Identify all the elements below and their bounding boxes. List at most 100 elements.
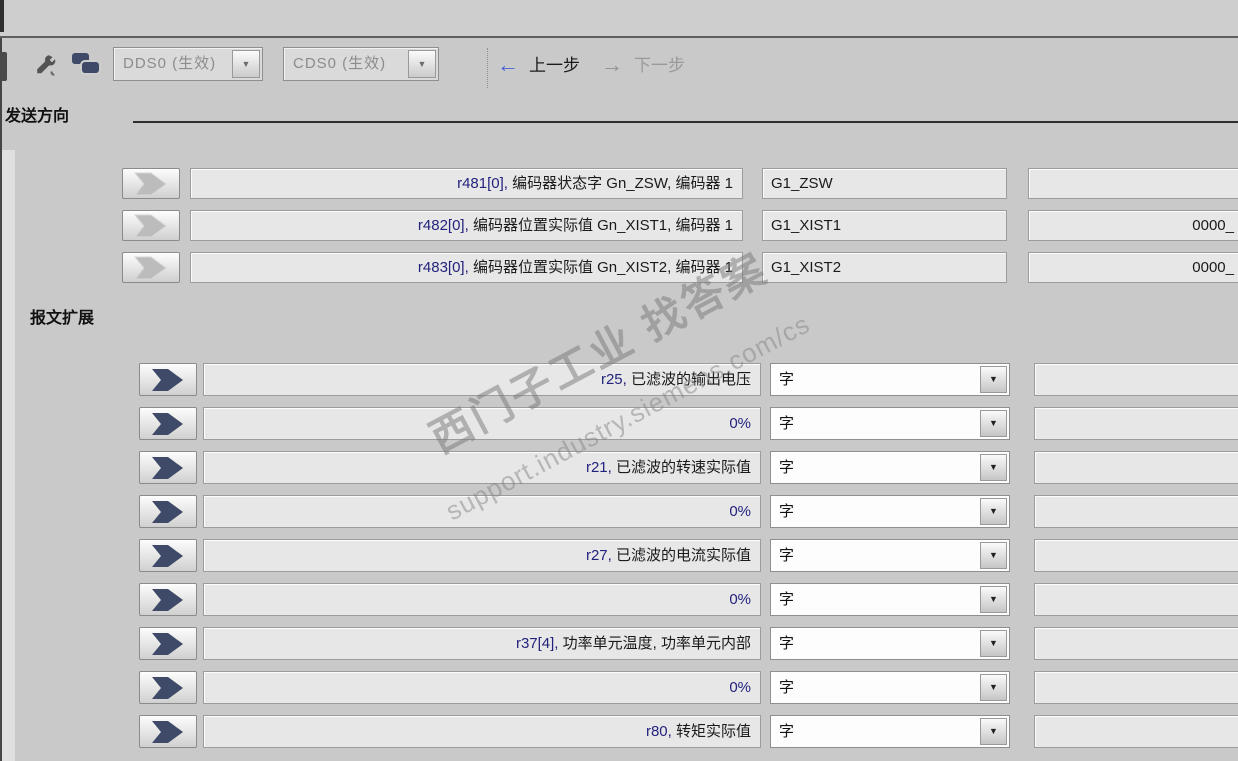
dds-select-value: DDS0 (生效) xyxy=(123,55,217,72)
chevron-down-icon[interactable]: ▼ xyxy=(980,542,1007,569)
watermark-line2: support.industry.siemens.com/cs xyxy=(440,308,815,527)
prev-step-button[interactable]: 上一步 xyxy=(529,56,580,76)
format-select[interactable]: 字 ▼ xyxy=(770,495,1010,528)
format-select-value: 字 xyxy=(779,723,795,740)
signal-name-field[interactable]: 0% xyxy=(203,495,761,528)
extension-row: r37[4], 功率单元温度, 功率单元内部字 ▼ xyxy=(0,627,1238,661)
signal-connector-button[interactable] xyxy=(139,671,197,704)
top-title-bar xyxy=(0,0,1238,38)
signal-name-field[interactable]: 0% xyxy=(203,671,761,704)
chevron-down-icon[interactable]: ▼ xyxy=(408,50,436,78)
format-select-value: 字 xyxy=(779,591,795,608)
signal-connector-button[interactable] xyxy=(122,168,180,199)
telegram-word-field[interactable]: G1_ZSW xyxy=(762,168,1007,199)
signal-value-field[interactable] xyxy=(1034,583,1238,616)
format-select[interactable]: 字 ▼ xyxy=(770,451,1010,484)
dds-select[interactable]: DDS0 (生效) ▼ xyxy=(113,47,263,81)
signal-value-field[interactable] xyxy=(1034,715,1238,748)
chevron-down-icon[interactable]: ▼ xyxy=(980,454,1007,481)
format-select[interactable]: 字 ▼ xyxy=(770,627,1010,660)
extension-row: 0% 字 ▼ xyxy=(0,495,1238,529)
cds-select[interactable]: CDS0 (生效) ▼ xyxy=(283,47,439,81)
toolbar: DDS0 (生效) ▼ CDS0 (生效) ▼ ← 上一步 → 下一步 xyxy=(0,38,1238,95)
signal-value-field[interactable] xyxy=(1034,407,1238,440)
send-row: r483[0], 编码器位置实际值 Gn_XIST2, 编码器 1 G1_XIST… xyxy=(0,252,1238,286)
signal-connector-button[interactable] xyxy=(122,210,180,241)
signal-connector-button[interactable] xyxy=(139,715,197,748)
signal-value-field[interactable] xyxy=(1034,627,1238,660)
data-set-blocks-icon[interactable] xyxy=(72,53,102,79)
extension-row: r27, 已滤波的电流实际值字 ▼ xyxy=(0,539,1238,573)
telegram-configuration-screen: DDS0 (生效) ▼ CDS0 (生效) ▼ ← 上一步 → 下一步 发送方向… xyxy=(0,0,1238,761)
chevron-down-icon[interactable]: ▼ xyxy=(980,498,1007,525)
chevron-down-icon[interactable]: ▼ xyxy=(980,366,1007,393)
telegram-word-field[interactable]: G1_XIST2 xyxy=(762,252,1007,283)
next-step-button[interactable]: 下一步 xyxy=(634,56,685,76)
signal-value-field[interactable]: 0000_ xyxy=(1028,252,1238,283)
signal-value-field[interactable] xyxy=(1034,539,1238,572)
signal-name-field[interactable]: r482[0], 编码器位置实际值 Gn_XIST1, 编码器 1 xyxy=(190,210,743,241)
send-direction-rule xyxy=(133,121,1238,123)
signal-connector-button[interactable] xyxy=(139,495,197,528)
extension-row: r25, 已滤波的输出电压字 ▼ xyxy=(0,363,1238,397)
extension-row: 0% 字 ▼ xyxy=(0,407,1238,441)
signal-name-field[interactable]: r37[4], 功率单元温度, 功率单元内部 xyxy=(203,627,761,660)
format-select-value: 字 xyxy=(779,459,795,476)
signal-name-field[interactable]: r481[0], 编码器状态字 Gn_ZSW, 编码器 1 xyxy=(190,168,743,199)
signal-name-field[interactable]: r80, 转矩实际值 xyxy=(203,715,761,748)
chevron-down-icon[interactable]: ▼ xyxy=(980,630,1007,657)
chevron-down-icon[interactable]: ▼ xyxy=(980,586,1007,613)
format-select-value: 字 xyxy=(779,371,795,388)
cds-select-value: CDS0 (生效) xyxy=(293,55,387,72)
clipboard-icon[interactable] xyxy=(0,52,7,81)
extension-row: r80, 转矩实际值字 ▼ xyxy=(0,715,1238,749)
format-select[interactable]: 字 ▼ xyxy=(770,715,1010,748)
prev-step-arrow-icon[interactable]: ← xyxy=(497,52,519,78)
signal-value-field[interactable] xyxy=(1034,451,1238,484)
signal-name-field[interactable]: r27, 已滤波的电流实际值 xyxy=(203,539,761,572)
send-row: r482[0], 编码器位置实际值 Gn_XIST1, 编码器 1 G1_XIST… xyxy=(0,210,1238,244)
format-select-value: 字 xyxy=(779,635,795,652)
signal-value-field[interactable]: 0000_ xyxy=(1028,210,1238,241)
signal-value-field[interactable] xyxy=(1034,495,1238,528)
signal-connector-button[interactable] xyxy=(139,451,197,484)
signal-connector-button[interactable] xyxy=(139,583,197,616)
extension-row: 0% 字 ▼ xyxy=(0,583,1238,617)
signal-name-field[interactable]: r483[0], 编码器位置实际值 Gn_XIST2, 编码器 1 xyxy=(190,252,743,283)
signal-connector-button[interactable] xyxy=(139,363,197,396)
window-edge-sliver xyxy=(0,0,4,32)
signal-connector-button[interactable] xyxy=(122,252,180,283)
signal-name-field[interactable]: r25, 已滤波的输出电压 xyxy=(203,363,761,396)
format-select-value: 字 xyxy=(779,415,795,432)
signal-name-field[interactable]: r21, 已滤波的转速实际值 xyxy=(203,451,761,484)
toolbar-separator xyxy=(487,48,488,88)
format-select[interactable]: 字 ▼ xyxy=(770,363,1010,396)
format-select[interactable]: 字 ▼ xyxy=(770,407,1010,440)
telegram-extension-title: 报文扩展 xyxy=(30,310,95,327)
format-select[interactable]: 字 ▼ xyxy=(770,583,1010,616)
format-select-value: 字 xyxy=(779,547,795,564)
signal-connector-button[interactable] xyxy=(139,627,197,660)
send-row: r481[0], 编码器状态字 Gn_ZSW, 编码器 1 G1_ZSW xyxy=(0,168,1238,202)
signal-value-field[interactable] xyxy=(1034,671,1238,704)
format-select-value: 字 xyxy=(779,503,795,520)
signal-connector-button[interactable] xyxy=(139,407,197,440)
format-select-value: 字 xyxy=(779,679,795,696)
extension-row: r21, 已滤波的转速实际值字 ▼ xyxy=(0,451,1238,485)
signal-connector-button[interactable] xyxy=(139,539,197,572)
chevron-down-icon[interactable]: ▼ xyxy=(980,410,1007,437)
telegram-word-field[interactable]: G1_XIST1 xyxy=(762,210,1007,241)
format-select[interactable]: 字 ▼ xyxy=(770,671,1010,704)
next-step-arrow-icon[interactable]: → xyxy=(601,52,623,78)
send-direction-title: 发送方向 xyxy=(5,108,70,125)
wrench-icon[interactable] xyxy=(32,52,60,80)
chevron-down-icon[interactable]: ▼ xyxy=(980,718,1007,745)
signal-value-field[interactable] xyxy=(1034,363,1238,396)
chevron-down-icon[interactable]: ▼ xyxy=(980,674,1007,701)
signal-value-field[interactable] xyxy=(1028,168,1238,199)
signal-name-field[interactable]: 0% xyxy=(203,583,761,616)
format-select[interactable]: 字 ▼ xyxy=(770,539,1010,572)
chevron-down-icon[interactable]: ▼ xyxy=(232,50,260,78)
extension-row: 0% 字 ▼ xyxy=(0,671,1238,705)
signal-name-field[interactable]: 0% xyxy=(203,407,761,440)
